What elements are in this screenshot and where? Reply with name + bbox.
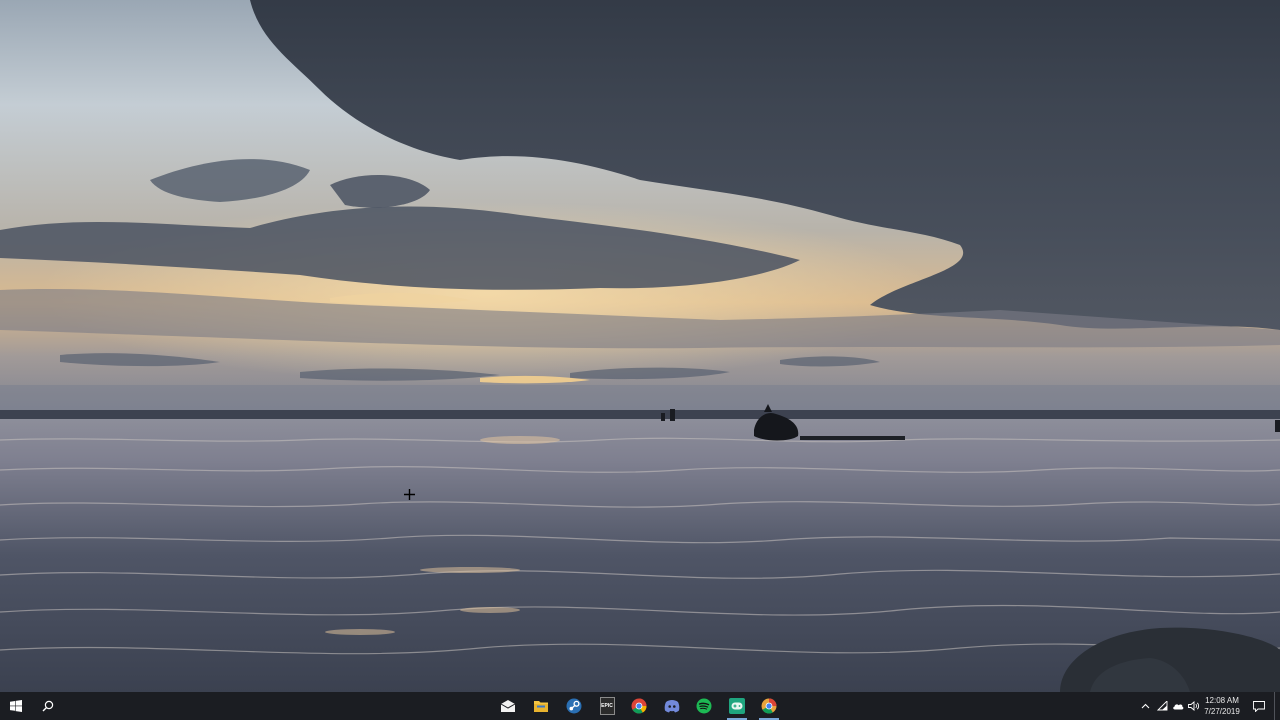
desktop-wallpaper [0, 0, 1280, 692]
mail-icon [500, 700, 516, 712]
search-button[interactable] [33, 692, 63, 720]
taskbar: EPIC 12:08 AM 7/27/2019 [0, 692, 1280, 720]
steam-icon [566, 698, 582, 714]
taskbar-app-mail[interactable] [493, 692, 523, 720]
taskbar-app-chrome-canary[interactable] [754, 692, 784, 720]
action-center-button[interactable] [1250, 692, 1268, 720]
start-button[interactable] [0, 692, 32, 720]
spotify-icon [696, 698, 712, 714]
taskbar-app-file-explorer[interactable] [526, 692, 556, 720]
taskbar-app-chrome[interactable] [624, 692, 654, 720]
discord-icon [664, 700, 680, 713]
taskbar-clock[interactable]: 12:08 AM 7/27/2019 [1196, 694, 1248, 718]
epic-games-icon: EPIC [599, 697, 615, 715]
chrome-canary-icon [761, 698, 777, 714]
taskbar-app-steam[interactable] [559, 692, 589, 720]
chevron-up-icon [1141, 703, 1150, 709]
windows-logo-icon [10, 700, 22, 712]
tray-overflow-button[interactable] [1138, 692, 1153, 720]
tray-network[interactable] [1155, 692, 1170, 720]
network-icon [1157, 701, 1168, 711]
taskbar-app-spotify[interactable] [689, 692, 719, 720]
search-icon [42, 700, 54, 712]
show-desktop-button[interactable] [1274, 692, 1280, 720]
crosshair-cursor [404, 489, 415, 500]
taskbar-app-epic-games[interactable]: EPIC [592, 692, 622, 720]
taskbar-app-gamepad[interactable] [722, 692, 752, 720]
chrome-icon [631, 698, 647, 714]
desktop[interactable] [0, 0, 1280, 692]
clock-time: 12:08 AM [1205, 696, 1239, 705]
epic-games-label: EPIC [601, 703, 613, 709]
taskbar-app-discord[interactable] [657, 692, 687, 720]
notification-icon [1253, 700, 1265, 712]
clock-date: 7/27/2019 [1204, 707, 1240, 716]
cloud-icon [1172, 704, 1183, 710]
folder-icon [534, 701, 548, 712]
tray-cloud[interactable] [1170, 692, 1185, 720]
gamepad-icon [729, 698, 745, 714]
